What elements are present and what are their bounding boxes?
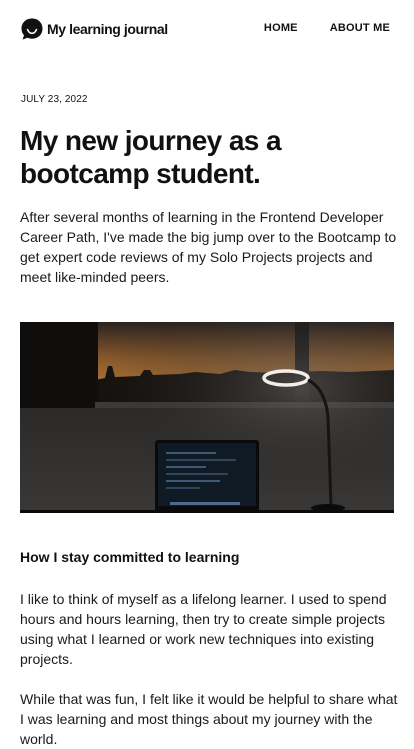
article-date: JULY 23, 2022 — [21, 94, 88, 105]
main-nav: HOME ABOUT ME — [264, 22, 390, 34]
article-paragraph: I like to think of myself as a lifelong … — [20, 591, 387, 667]
chat-bubble-smile-icon — [21, 18, 43, 40]
nav-home-link[interactable]: HOME — [264, 22, 298, 34]
section-heading: How I stay committed to learning — [20, 549, 240, 565]
nav-about-me-link[interactable]: ABOUT ME — [330, 22, 390, 34]
site-header: My learning journal HOME ABOUT ME — [0, 0, 414, 58]
article-intro: After several months of learning in the … — [20, 209, 397, 285]
article-paragraph: While that was fun, I felt like it would… — [20, 691, 398, 747]
brand-name: My learning journal — [47, 21, 168, 37]
brand-logo-link[interactable]: My learning journal — [20, 17, 168, 41]
article-title: My new journey as a bootcamp student. — [20, 125, 282, 189]
hero-image — [20, 322, 394, 513]
